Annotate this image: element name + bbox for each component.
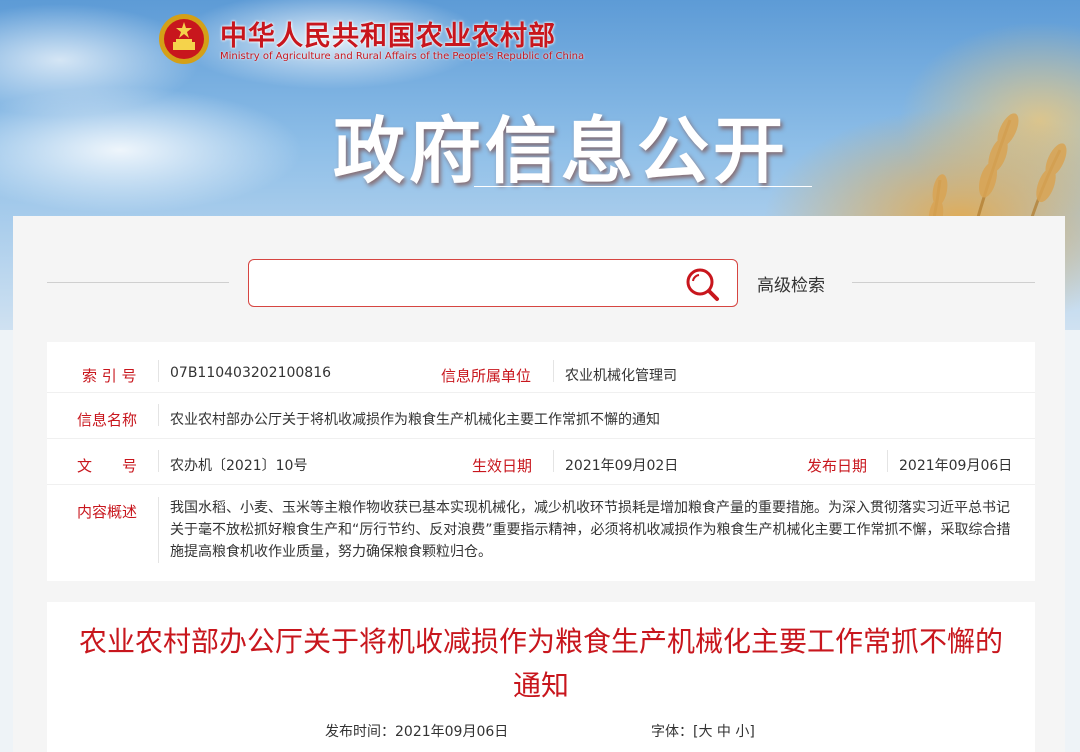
unit-label: 信息所属单位 <box>441 367 532 385</box>
unit-value: 农业机械化管理司 <box>565 368 677 384</box>
search-icon[interactable] <box>684 266 720 302</box>
divider <box>553 450 554 472</box>
article-title: 农业农村部办公厅关于将机收减损作为粮食生产机械化主要工作常抓不懈的通知 <box>78 625 1003 702</box>
index-value: 07B110403202100816 <box>170 365 332 381</box>
doc-number-label: 文 号 <box>77 457 138 475</box>
font-size-bracket-close: ] <box>749 724 755 740</box>
effective-date-value: 2021年09月02日 <box>565 458 679 474</box>
index-label: 索 引 号 <box>82 367 137 385</box>
title-underline <box>474 186 812 187</box>
ministry-name-cn: 中华人民共和国农业农村部 <box>220 21 556 52</box>
divider <box>158 404 159 426</box>
divider <box>158 450 159 472</box>
doc-number-value: 农办机〔2021〕10号 <box>170 458 308 474</box>
search-input[interactable] <box>248 259 738 307</box>
search-divider-left <box>47 282 229 283</box>
font-size-label: 字体： <box>651 724 693 740</box>
info-row-name: 信息名称 农业农村部办公厅关于将机收减损作为粮食生产机械化主要工作常抓不懈的通知 <box>47 392 1035 439</box>
search-divider-right <box>852 282 1035 283</box>
article-pubtime: 发布时间：2021年09月06日 <box>325 721 508 741</box>
font-size-control: 字体：[大 中 小] <box>651 721 755 741</box>
name-value: 农业农村部办公厅关于将机收减损作为粮食生产机械化主要工作常抓不懈的通知 <box>170 412 660 428</box>
divider <box>887 450 888 472</box>
publish-date-label: 发布日期 <box>807 457 868 475</box>
font-size-large-button[interactable]: 大 <box>698 724 712 740</box>
advanced-search-link[interactable]: 高级检索 <box>757 271 825 296</box>
name-label: 信息名称 <box>77 411 138 429</box>
font-size-small-button[interactable]: 小 <box>735 724 749 740</box>
summary-text: 我国水稻、小麦、玉米等主粮作物收获已基本实现机械化，减少机收环节损耗是增加粮食产… <box>170 500 1011 560</box>
effective-date-label: 生效日期 <box>472 457 533 475</box>
divider <box>158 360 159 382</box>
pubtime-label: 发布时间： <box>325 724 395 740</box>
info-table: 索 引 号 07B110403202100816 信息所属单位 农业机械化管理司… <box>47 342 1035 581</box>
pubtime-value: 2021年09月06日 <box>395 724 509 740</box>
divider <box>158 497 159 563</box>
ministry-name-en: Ministry of Agriculture and Rural Affair… <box>220 51 585 62</box>
article-section: 农业农村部办公厅关于将机收减损作为粮食生产机械化主要工作常抓不懈的通知 发布时间… <box>47 602 1035 752</box>
info-row-doc: 文 号 农办机〔2021〕10号 生效日期 2021年09月02日 发布日期 2… <box>47 438 1035 485</box>
publish-date-value: 2021年09月06日 <box>899 458 1013 474</box>
divider <box>553 360 554 382</box>
info-row-index: 索 引 号 07B110403202100816 信息所属单位 农业机械化管理司 <box>47 342 1035 393</box>
section-title: 政府信息公开 <box>333 109 790 193</box>
font-size-medium-button[interactable]: 中 <box>717 724 731 740</box>
national-emblem-icon <box>159 14 209 64</box>
summary-label: 内容概述 <box>77 503 138 521</box>
